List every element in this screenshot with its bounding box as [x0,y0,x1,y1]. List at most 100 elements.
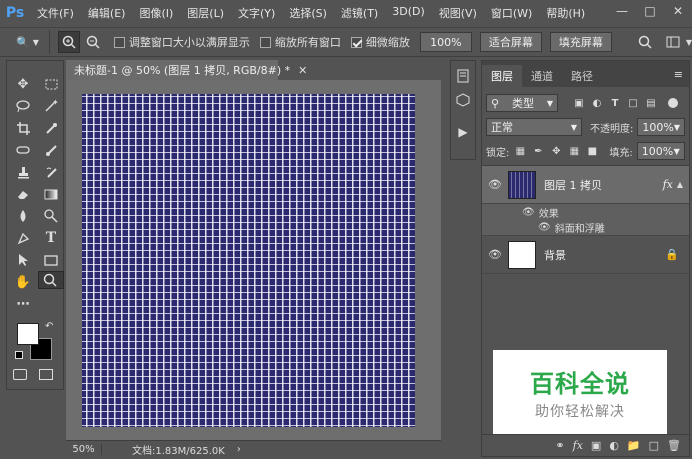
search-button[interactable] [634,31,656,53]
eraser-tool-icon[interactable] [10,183,36,205]
layer-kind-select[interactable]: ⚲ 类型 ▼ [486,94,558,112]
zoom-tool-icon[interactable] [38,271,64,289]
lock-all-icon[interactable]: ■ [585,144,599,158]
path-selection-tool-icon[interactable] [10,249,36,271]
zoom-in-button[interactable] [57,31,80,53]
layer-kind-value: 类型 [511,97,534,110]
blend-mode-select[interactable]: 正常 ▼ [486,118,583,136]
eye-icon[interactable]: 👁 [486,248,504,261]
menu-view[interactable]: 视图(V) [432,5,484,21]
menu-window[interactable]: 窗口(W) [484,5,539,21]
trash-icon[interactable]: 🗑 [667,439,681,452]
resize-windows-checkbox[interactable]: 调整窗口大小以满屏显示 [113,34,250,50]
close-icon[interactable]: ✕ [664,0,692,22]
menu-image[interactable]: 图像(I) [132,5,180,21]
image-canvas[interactable] [82,94,415,427]
tool-preset-picker[interactable]: 🔍 ▼ [6,30,50,54]
eye-icon[interactable]: 👁 [486,178,504,191]
lock-position-icon[interactable]: ✥ [549,144,563,158]
tab-channels[interactable]: 通道 [522,65,562,87]
opacity-input[interactable]: 100% ▼ [637,118,685,136]
adjustment-filter-icon[interactable]: ◐ [590,96,604,110]
move-tool-icon[interactable]: ✥ [10,73,36,95]
screen-mode-icon[interactable] [39,369,53,380]
effects-row[interactable]: 👁 效果 [482,204,689,220]
maximize-icon[interactable]: □ [636,0,664,22]
zoom-100-button[interactable]: 100% [419,32,472,52]
hand-tool-icon[interactable]: ✋ [10,271,36,293]
chevron-up-icon[interactable]: ▲ [677,180,683,189]
clone-stamp-tool-icon[interactable] [10,161,36,183]
gradient-tool-icon[interactable] [38,183,64,205]
shape-filter-icon[interactable]: □ [626,96,640,110]
scrubby-zoom-checkbox[interactable]: 细微缩放 [350,34,410,50]
close-tab-icon[interactable]: ✕ [298,64,307,77]
history-panel-icon[interactable] [454,67,472,85]
layer-name: 背景 [544,248,566,262]
menu-select[interactable]: 选择(S) [282,5,334,21]
workspace-button[interactable] [662,31,684,53]
eye-icon[interactable]: 👁 [522,207,535,218]
layer-row-background[interactable]: 👁 背景 🔒 [482,236,689,274]
3d-panel-icon[interactable] [454,91,472,109]
chevron-down-icon: ▼ [570,122,578,132]
history-brush-tool-icon[interactable] [38,161,64,183]
menu-type[interactable]: 文字(Y) [231,5,282,21]
default-colors-icon[interactable] [15,351,23,359]
lasso-tool-icon[interactable] [10,95,36,117]
pen-tool-icon[interactable] [10,227,36,249]
new-layer-icon[interactable]: □ [649,439,659,452]
type-filter-icon[interactable]: T [608,96,622,110]
lock-artboard-icon[interactable]: ▦ [567,144,581,158]
document-tab[interactable]: 未标题-1 @ 50% (图层 1 拷贝, RGB/8#) * ✕ [66,60,307,80]
swap-colors-icon[interactable]: ↶ [45,321,53,332]
minimize-icon[interactable]: — [608,0,636,22]
menu-edit[interactable]: 编辑(E) [81,5,133,21]
fill-screen-button[interactable]: 填充屏幕 [549,32,612,52]
menu-file[interactable]: 文件(F) [30,5,81,21]
fx-badge[interactable]: fx [663,178,673,191]
zoom-level[interactable]: 50% [66,443,102,455]
menu-layer[interactable]: 图层(L) [180,5,231,21]
play-actions-icon[interactable]: ▶ [454,123,472,141]
blur-tool-icon[interactable] [10,205,36,227]
type-tool-icon[interactable]: T [38,227,64,249]
menu-3d[interactable]: 3D(D) [385,5,432,21]
menu-filter[interactable]: 滤镜(T) [334,5,385,21]
crop-tool-icon[interactable] [10,117,36,139]
magic-wand-tool-icon[interactable]: ✦ [38,95,64,117]
adjustment-layer-icon[interactable]: ◐ [609,439,619,452]
lock-transparent-icon[interactable]: ▦ [513,144,527,158]
smart-object-filter-icon[interactable]: ▤ [644,96,658,110]
new-group-icon[interactable]: 📁 [627,439,641,452]
effect-bevel-row[interactable]: 👁 斜面和浮雕 [482,220,689,236]
tab-paths[interactable]: 路径 [562,65,602,87]
status-menu-arrow-icon[interactable]: › [237,444,241,455]
eyedropper-tool-icon[interactable] [38,117,64,139]
fill-input[interactable]: 100% ▼ [636,142,685,160]
zoom-all-windows-checkbox[interactable]: 缩放所有窗口 [259,34,341,50]
brush-tool-icon[interactable] [38,139,64,161]
quick-mask-icon[interactable] [13,369,27,380]
panel-menu-icon[interactable]: ≡ [674,68,683,81]
chevron-down-icon[interactable]: ▼ [686,38,692,47]
link-layers-icon[interactable]: ⚭ [555,439,564,452]
menu-help[interactable]: 帮助(H) [539,5,592,21]
rectangle-tool-icon[interactable] [38,249,64,271]
layer-row-copy[interactable]: 👁 图层 1 拷贝 fx ▲ [482,166,689,204]
dodge-tool-icon[interactable] [38,205,64,227]
pixel-filter-icon[interactable]: ▣ [572,96,586,110]
zoom-all-label: 缩放所有窗口 [274,36,341,49]
lock-image-icon[interactable]: ✒ [531,144,545,158]
fit-screen-button[interactable]: 适合屏幕 [479,32,542,52]
zoom-out-button[interactable] [82,31,104,53]
eye-icon[interactable]: 👁 [538,222,551,233]
filter-toggle[interactable] [668,98,678,108]
tab-layers[interactable]: 图层 [482,65,522,87]
foreground-color-swatch[interactable] [17,323,39,345]
add-mask-icon[interactable]: ▣ [591,439,601,452]
healing-brush-tool-icon[interactable] [10,139,36,161]
layer-style-icon[interactable]: fx [573,439,583,452]
marquee-tool-icon[interactable] [38,73,64,95]
more-tools-icon[interactable]: ⋯ [10,293,36,315]
